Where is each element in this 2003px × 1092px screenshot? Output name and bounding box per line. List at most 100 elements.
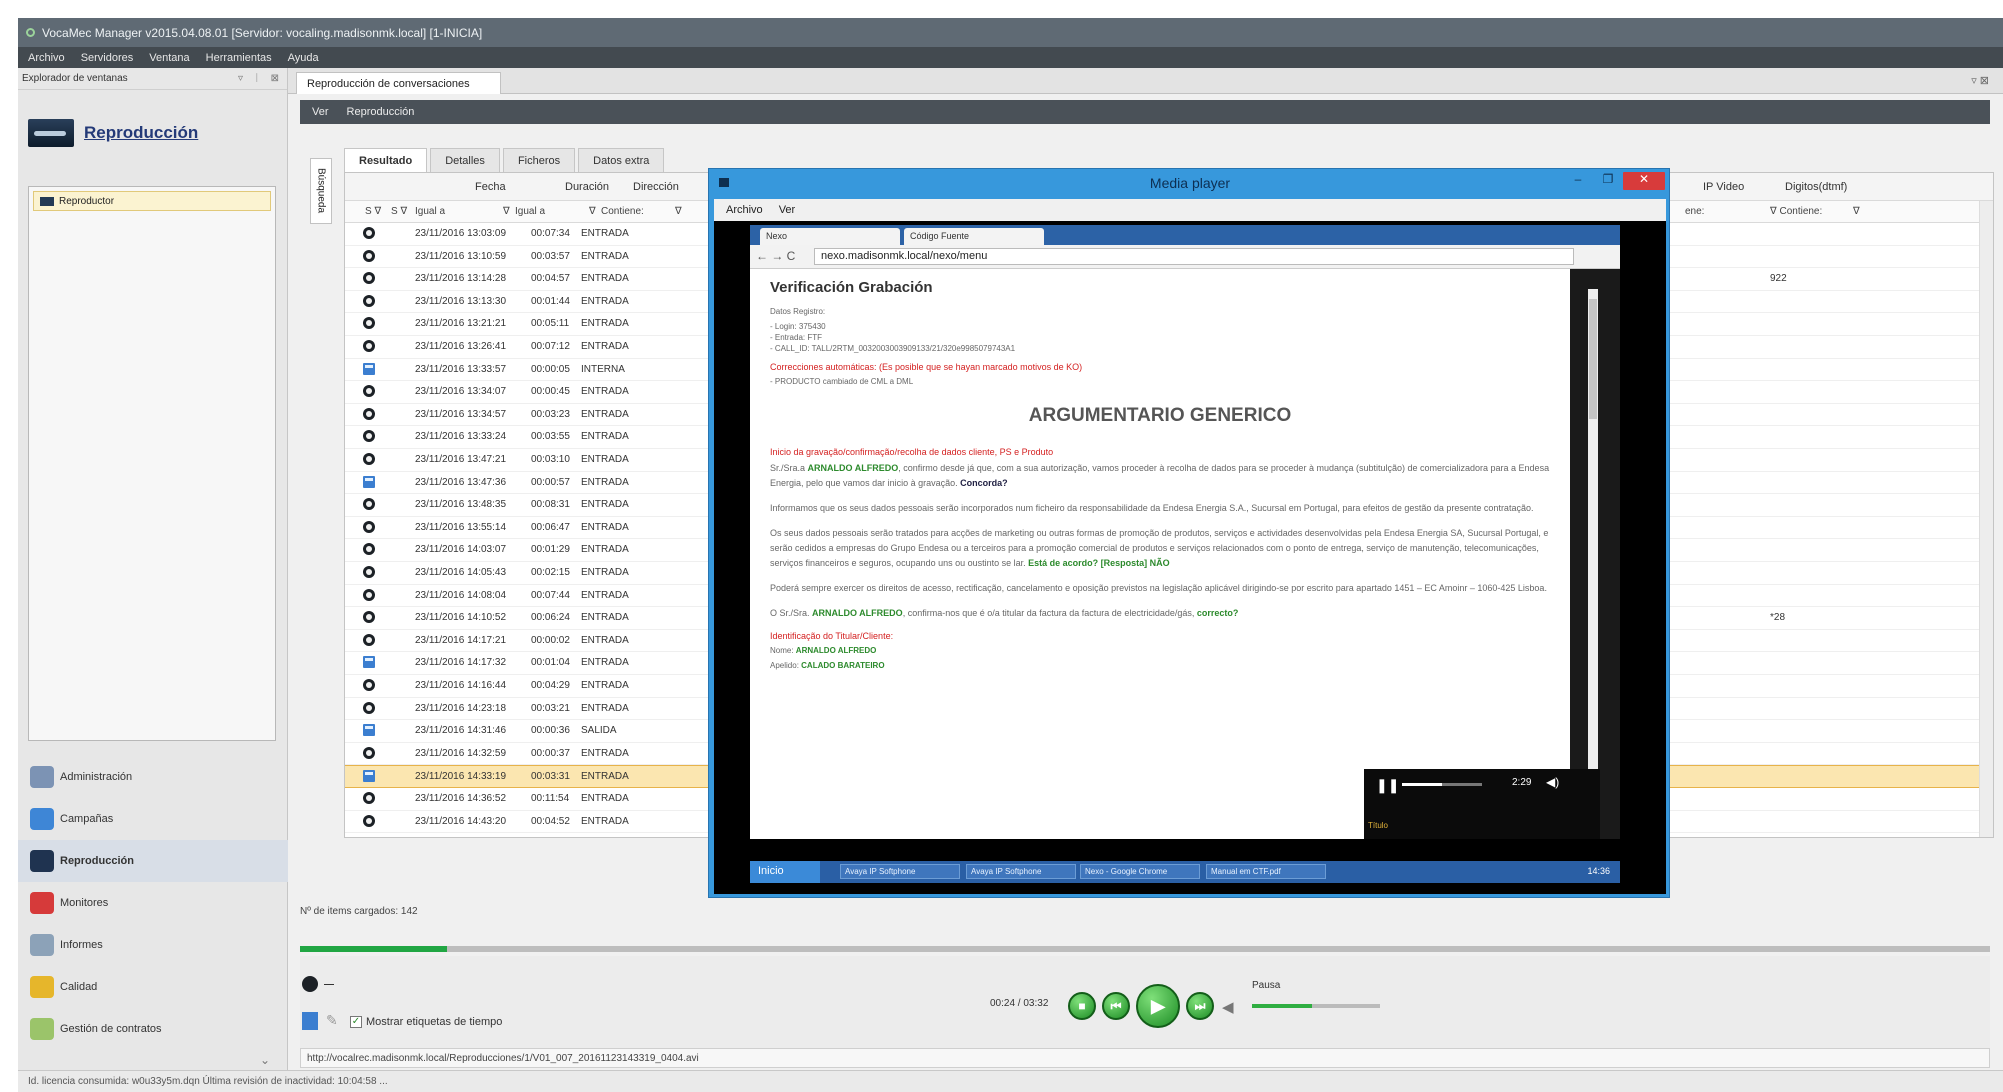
paragraph-3: Os seus dados pessoais serão tratados pa… <box>770 528 1549 568</box>
video-time: 2:29 <box>1512 777 1532 788</box>
task-pdf: Manual em CTF.pdf <box>1206 864 1326 879</box>
recording-icon <box>363 566 375 578</box>
tab-detalles[interactable]: Detalles <box>430 148 500 172</box>
cell-dur: 00:08:31 <box>531 499 570 511</box>
cell-fecha: 23/11/2016 14:23:18 <box>415 702 507 714</box>
page-heading: Verificación Grabación <box>770 279 933 296</box>
filter-digitos[interactable]: ∇ Contiene: <box>1770 206 1822 217</box>
status-bar: Id. licencia consumida: w0u33y5m.dqn Últ… <box>18 1070 2003 1092</box>
cell-dir: ENTRADA <box>581 273 629 285</box>
col-fecha[interactable]: Fecha <box>475 181 506 193</box>
previous-button[interactable]: ⏮ <box>1102 992 1130 1020</box>
close-button[interactable]: ✕ <box>1623 172 1665 190</box>
close-icon[interactable]: ⊠ <box>271 73 279 84</box>
menu-archivo[interactable]: Archivo <box>726 204 763 216</box>
filter-direccion[interactable]: Contiene: <box>601 206 644 217</box>
menu-ventana[interactable]: Ventana <box>149 52 189 64</box>
menu-ver[interactable]: Ver <box>312 106 329 118</box>
pen-icon[interactable]: ✎ <box>326 1012 342 1030</box>
cell-dur: 00:00:57 <box>531 476 570 488</box>
cell-fecha: 23/11/2016 14:10:52 <box>415 612 507 624</box>
player-controls: ✎ ✓ Mostrar etiquetas de tiempo 00:24 / … <box>300 956 1990 1056</box>
menu-reproduccion[interactable]: Reproducción <box>347 106 415 118</box>
recording-icon <box>363 407 375 420</box>
filter-sv[interactable]: S ∇ <box>391 206 407 217</box>
col-ip-video[interactable]: IP Video <box>1703 181 1744 193</box>
dropdown-icon[interactable]: ▿ <box>238 73 243 84</box>
window-explorer: Explorador de ventanas ▿ ᛁ ⊠ Reproducció… <box>18 68 288 1070</box>
filter-icon[interactable]: ∇ <box>675 206 682 217</box>
cell-dig: *28 <box>1770 612 1786 624</box>
maximize-button[interactable]: ❐ <box>1593 172 1623 190</box>
vertical-scrollbar[interactable] <box>1979 201 1993 837</box>
minimize-button[interactable]: – <box>1563 172 1593 190</box>
col-duracion[interactable]: Duración <box>565 181 609 193</box>
start-button: Inicio <box>750 861 820 883</box>
playback-progress[interactable] <box>300 946 1990 952</box>
filter-fecha[interactable]: Igual a <box>415 206 445 217</box>
cell-fecha: 23/11/2016 13:47:36 <box>415 476 507 488</box>
menu-servidores[interactable]: Servidores <box>81 52 134 64</box>
cell-dir: SALIDA <box>581 725 617 737</box>
nav-item-2[interactable]: Reproducción <box>18 840 288 882</box>
tab-reproduccion-conversaciones[interactable]: Reproducción de conversaciones <box>296 72 501 94</box>
menu-archivo[interactable]: Archivo <box>28 52 65 64</box>
doc-controls[interactable]: ▿ ⊠ <box>1971 74 1989 87</box>
meta-entrada: - Entrada: FTF <box>770 333 823 342</box>
cell-fecha: 23/11/2016 14:08:04 <box>415 589 507 601</box>
module-icon <box>30 892 54 914</box>
video-surface[interactable]: Nexo Código Fuente ← → C nexo.madisonmk.… <box>714 221 1666 894</box>
video-title: Título <box>1368 821 1389 830</box>
next-button[interactable]: ⏭ <box>1186 992 1214 1020</box>
recording-icon <box>363 249 375 262</box>
tab-datos-extra[interactable]: Datos extra <box>578 148 665 172</box>
cell-dur: 00:03:21 <box>531 702 570 714</box>
chevron-down-icon[interactable]: ⌄ <box>260 1053 270 1067</box>
col-direccion[interactable]: Dirección <box>633 181 679 193</box>
recording-icon <box>363 746 375 759</box>
time-labels-checkbox[interactable]: ✓ <box>350 1016 362 1028</box>
cell-dir: ENTRADA <box>581 499 629 511</box>
menu-ayuda[interactable]: Ayuda <box>288 52 319 64</box>
volume-icon[interactable]: ◀ <box>1222 998 1234 1016</box>
col-digitos[interactable]: Digitos(dtmf) <box>1785 181 1847 193</box>
volume-slider[interactable] <box>1252 1004 1380 1008</box>
paragraph-2: Informamos que os seus dados pessoais se… <box>770 503 1534 513</box>
nav-item-3[interactable]: Monitores <box>18 882 288 924</box>
tab-resultado[interactable]: Resultado <box>344 148 428 172</box>
menu-bar: Archivo Servidores Ventana Herramientas … <box>18 47 2003 68</box>
recording-icon <box>363 814 375 827</box>
nav-item-1[interactable]: Campañas <box>18 798 288 840</box>
menu-herramientas[interactable]: Herramientas <box>206 52 272 64</box>
module-icon <box>30 850 54 872</box>
tab-busqueda[interactable]: Búsqueda <box>310 158 332 224</box>
paragraph-1: Sr./Sra.a ARNALDO ALFREDO, confirmo desd… <box>770 463 1550 488</box>
filter-icon[interactable]: ∇ <box>1853 206 1860 217</box>
nav-item-4[interactable]: Informes <box>18 924 288 966</box>
filter-s[interactable]: S ∇ <box>365 206 381 217</box>
recording-icon <box>363 520 375 533</box>
media-player-titlebar: Media player – ❐ ✕ <box>709 169 1671 197</box>
cell-dur: 00:04:57 <box>531 273 570 285</box>
pin-icon[interactable]: ᛁ <box>254 73 260 84</box>
menu-ver[interactable]: Ver <box>779 204 796 216</box>
dash <box>324 984 334 985</box>
stop-button[interactable]: ■ <box>1068 992 1096 1020</box>
play-button[interactable]: ▶ <box>1136 984 1180 1028</box>
nav-item-5[interactable]: Calidad <box>18 966 288 1008</box>
correcciones-label: Correcciones automáticas: (Es posible qu… <box>770 362 1083 372</box>
apelido-line: Apelido: CALADO BARATEIRO <box>770 661 885 670</box>
tree-item-reproductor[interactable]: Reproductor <box>33 191 271 211</box>
cell-fecha: 23/11/2016 14:33:19 <box>415 771 507 783</box>
nav-item-6[interactable]: Gestión de contratos <box>18 1008 288 1050</box>
filter-icon[interactable]: ∇ <box>503 206 510 217</box>
save-icon[interactable] <box>302 1012 318 1030</box>
section-title[interactable]: Reproducción <box>84 123 198 143</box>
tab-ficheros[interactable]: Ficheros <box>502 148 576 172</box>
filter-icon[interactable]: ∇ <box>589 206 596 217</box>
nav-item-0[interactable]: Administración <box>18 756 288 798</box>
filter-extra[interactable]: ene: <box>1685 206 1704 217</box>
window-title: VocaMec Manager v2015.04.08.01 [Servidor… <box>42 25 483 40</box>
filter-duracion[interactable]: Igual a <box>515 206 545 217</box>
window-icon <box>719 178 729 187</box>
